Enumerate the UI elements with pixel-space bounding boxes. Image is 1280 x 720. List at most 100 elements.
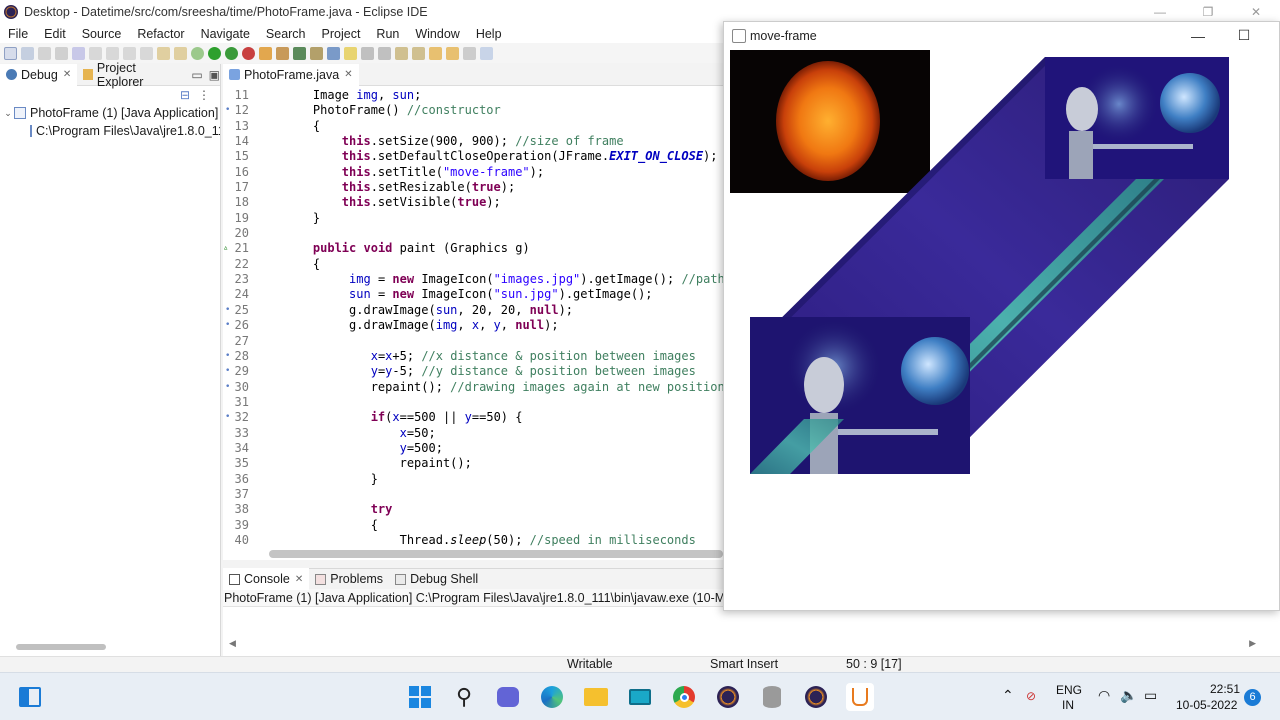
code-line[interactable]: 35 repaint(); [223, 456, 723, 471]
search-icon[interactable]: ⚲ [450, 683, 478, 711]
code-line[interactable]: 14 this.setSize(900, 900); //size of fra… [223, 134, 723, 149]
code-line[interactable]: 20 [223, 226, 723, 241]
code-line[interactable]: 25 g.drawImage(sun, 20, 20, null); [223, 303, 723, 319]
search-icon[interactable] [327, 46, 340, 60]
next-annotation-icon[interactable] [395, 46, 408, 60]
java-app-taskbar-icon[interactable] [846, 683, 874, 711]
code-line[interactable]: 38 try [223, 502, 723, 517]
tab-project-explorer[interactable]: Project Explorer [77, 61, 181, 89]
tab-debug-shell[interactable]: Debug Shell [389, 568, 484, 590]
eclipse-icon[interactable] [714, 683, 742, 711]
code-line[interactable]: 19 } [223, 211, 723, 226]
code-line[interactable]: 37 [223, 487, 723, 502]
clock-time[interactable]: 22:51 [1210, 682, 1240, 696]
database-icon[interactable] [758, 683, 786, 711]
scroll-right-icon[interactable]: ▶ [1249, 638, 1256, 649]
new-icon[interactable] [4, 46, 17, 60]
maximize-button[interactable]: ☐ [1221, 22, 1267, 49]
menu-search[interactable]: Search [266, 27, 306, 41]
battery-icon[interactable]: ▭ [1144, 687, 1157, 704]
snap-layout-icon[interactable] [16, 683, 44, 711]
code-line[interactable]: 13 { [223, 119, 723, 134]
close-tab-icon[interactable]: ✕ [344, 69, 352, 80]
scroll-left-icon[interactable]: ◀ [229, 638, 236, 649]
menu-file[interactable]: File [8, 27, 28, 41]
tab-debug[interactable]: Debug ✕ [0, 63, 78, 86]
close-button[interactable] [1267, 22, 1279, 49]
menu-window[interactable]: Window [415, 27, 459, 41]
code-line[interactable]: 39 { [223, 518, 723, 533]
console-horizontal-scrollbar[interactable]: ◀ ▶ [223, 638, 1280, 652]
minimize-button[interactable]: — [1175, 22, 1221, 49]
code-line[interactable]: 17 this.setResizable(true); [223, 180, 723, 195]
collapse-all-icon[interactable]: ⊟ [180, 88, 190, 102]
code-line[interactable]: 23 img = new ImageIcon("images.jpg").get… [223, 272, 723, 287]
step-over-icon[interactable] [174, 46, 187, 60]
coverage-icon[interactable] [225, 46, 238, 60]
code-line[interactable]: 27 [223, 334, 723, 349]
save-all-icon[interactable] [38, 46, 51, 60]
code-line[interactable]: 32 if(x==500 || y==50) { [223, 410, 723, 426]
language-bottom[interactable]: IN [1062, 698, 1074, 712]
tab-photoframe-java[interactable]: PhotoFrame.java ✕ [223, 63, 359, 86]
code-line[interactable]: 22 { [223, 257, 723, 272]
code-line[interactable]: 34 y=500; [223, 441, 723, 456]
forward-icon[interactable] [463, 46, 476, 60]
menu-help[interactable]: Help [476, 27, 502, 41]
tab-console[interactable]: Console ✕ [223, 568, 310, 590]
volume-icon[interactable]: 🔈 [1120, 687, 1137, 704]
code-line[interactable]: 11 Image img, sun; [223, 88, 723, 103]
code-line[interactable]: 28 x=x+5; //x distance & position betwee… [223, 349, 723, 365]
code-line[interactable]: 36 } [223, 472, 723, 487]
tab-problems[interactable]: Problems [309, 568, 389, 590]
notification-badge[interactable]: 6 [1244, 689, 1261, 706]
editor-horizontal-scrollbar[interactable] [269, 550, 723, 558]
language-top[interactable]: ENG [1056, 683, 1082, 697]
print-icon[interactable] [55, 46, 68, 60]
code-line[interactable]: 26 g.drawImage(img, x, y, null); [223, 318, 723, 334]
new-class-icon[interactable] [293, 46, 306, 60]
toggle-mark-occurrences-icon[interactable] [344, 46, 357, 60]
menu-project[interactable]: Project [322, 27, 361, 41]
new-java-project-icon[interactable] [259, 46, 272, 60]
open-perspective-icon[interactable] [480, 46, 493, 60]
tree-item-launch[interactable]: ⌄ PhotoFrame (1) [Java Application] [0, 104, 220, 122]
eclipse-running-icon[interactable] [802, 683, 830, 711]
view-menu-icon[interactable]: ⋮ [198, 88, 210, 102]
code-area[interactable]: 11 Image img, sun;12 PhotoFrame() //cons… [223, 88, 723, 546]
suspend-icon[interactable] [106, 46, 119, 60]
code-line[interactable]: 15 this.setDefaultCloseOperation(JFrame.… [223, 149, 723, 164]
clock-date[interactable]: 10-05-2022 [1176, 698, 1237, 712]
chat-icon[interactable] [494, 683, 522, 711]
minimize-panel-icon[interactable]: ▭ [191, 68, 202, 82]
save-icon[interactable] [21, 46, 34, 60]
show-whitespace-icon[interactable] [378, 46, 391, 60]
menu-edit[interactable]: Edit [44, 27, 66, 41]
close-tab-icon[interactable]: ✕ [295, 574, 303, 585]
last-edit-icon[interactable] [429, 46, 442, 60]
chrome-icon[interactable] [670, 683, 698, 711]
start-button[interactable] [406, 683, 434, 711]
external-tools-icon[interactable] [242, 46, 255, 60]
step-into-icon[interactable] [157, 46, 170, 60]
meet-now-icon[interactable]: ⊘ [1026, 689, 1036, 703]
menu-refactor[interactable]: Refactor [137, 27, 184, 41]
code-line[interactable]: 29 y=y-5; //y distance & position betwee… [223, 364, 723, 380]
maximize-panel-icon[interactable]: ▣ [209, 68, 220, 82]
code-line[interactable]: 30 repaint(); //drawing images again at … [223, 380, 723, 396]
tree-item-process[interactable]: C:\Program Files\Java\jre1.8.0_111\bin\j… [0, 122, 220, 140]
code-line[interactable]: 33 x=50; [223, 426, 723, 441]
code-line[interactable]: 40 Thread.sleep(50); //speed in millisec… [223, 533, 723, 546]
edge-icon[interactable] [538, 683, 566, 711]
menu-source[interactable]: Source [82, 27, 122, 41]
code-line[interactable]: 18 this.setVisible(true); [223, 195, 723, 210]
code-line[interactable]: 16 this.setTitle("move-frame"); [223, 165, 723, 180]
menu-run[interactable]: Run [376, 27, 399, 41]
skip-breakpoints-icon[interactable] [72, 46, 85, 60]
disconnect-icon[interactable] [140, 46, 153, 60]
toggle-word-wrap-icon[interactable] [361, 46, 374, 60]
debug-icon[interactable] [191, 46, 204, 60]
left-horizontal-scrollbar[interactable] [16, 644, 106, 650]
code-line[interactable]: 31 [223, 395, 723, 410]
terminate-icon[interactable] [123, 46, 136, 60]
